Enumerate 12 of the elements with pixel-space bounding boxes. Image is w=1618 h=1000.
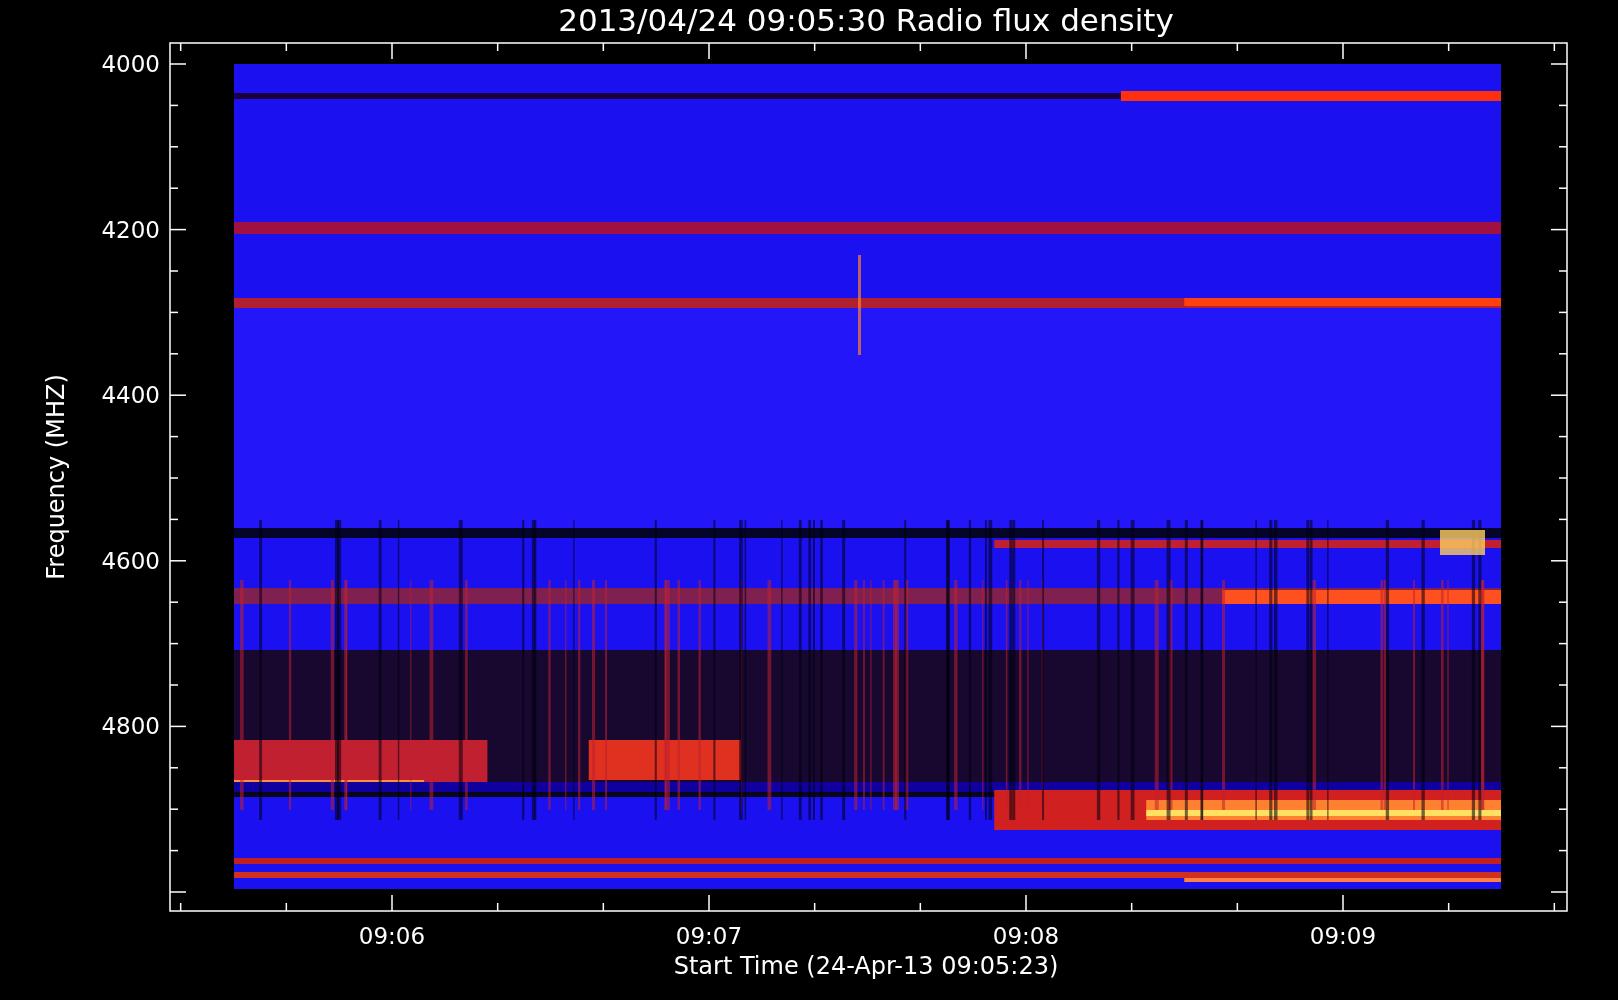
y-tick-label: 4200 — [101, 216, 160, 243]
y-tick-label: 4800 — [101, 713, 160, 740]
y-axis-label: Frequency (MHZ) — [42, 374, 70, 580]
x-axis-label: Start Time (24-Apr-13 09:05:23) — [673, 952, 1059, 980]
y-tick-label: 4400 — [101, 382, 160, 409]
x-tick-label: 09:06 — [358, 923, 426, 949]
plot-title: 2013/04/24 09:05:30 Radio flux density — [558, 2, 1174, 38]
y-tick-label: 4600 — [101, 547, 160, 574]
y-tick-label: 4000 — [101, 51, 160, 77]
x-tick-label: 09:07 — [675, 923, 743, 949]
x-tick-label: 09:09 — [1309, 923, 1377, 949]
x-tick-label: 09:08 — [992, 923, 1060, 949]
